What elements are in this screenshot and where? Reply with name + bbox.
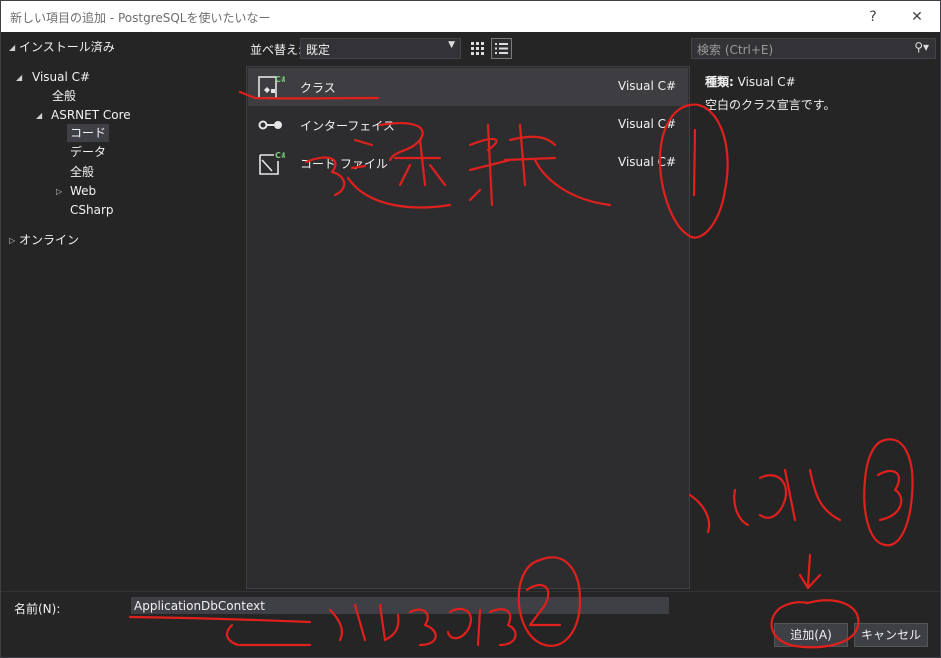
svg-text:C#: C# — [275, 151, 285, 160]
sort-dropdown[interactable]: 既定 ▼ — [300, 38, 461, 59]
template-row-interface[interactable]: インターフェイス Visual C# — [248, 106, 688, 144]
grid-view-button[interactable] — [467, 38, 488, 59]
collapsed-arrow-icon[interactable]: ▷ — [9, 232, 19, 250]
template-name: クラス — [300, 81, 336, 95]
svg-text:C#: C# — [275, 75, 285, 84]
interface-icon — [258, 120, 282, 130]
name-label: 名前(N): — [14, 602, 61, 616]
template-description: 空白のクラス宣言です。 — [705, 98, 836, 112]
tree-item-all[interactable]: 全般 — [52, 87, 76, 105]
template-list: C# クラス Visual C# インターフェイス Visual C# C# コ… — [246, 66, 690, 589]
search-placeholder: 検索 (Ctrl+E) — [697, 43, 774, 57]
template-language: Visual C# — [618, 155, 677, 169]
sort-value: 既定 — [306, 43, 331, 57]
tree-item-label: オンライン — [19, 233, 80, 247]
template-language: Visual C# — [618, 79, 677, 93]
expanded-arrow-icon[interactable]: ◢ — [36, 107, 46, 125]
search-icon[interactable]: ⚲▾ — [914, 40, 929, 54]
tree-item-aspnet-core[interactable]: ◢ ASRNET Core — [36, 106, 131, 124]
collapsed-arrow-icon[interactable]: ▷ — [56, 183, 66, 201]
template-name: インターフェイス — [300, 119, 395, 133]
grid-icon — [471, 42, 484, 55]
class-icon: C# — [258, 75, 285, 99]
template-row-code-file[interactable]: C# コード ファイル Visual C# — [248, 144, 688, 182]
type-value: Visual C# — [737, 75, 796, 89]
tree-item-label: ASRNET Core — [51, 108, 131, 122]
tree-item-code[interactable]: コード — [67, 124, 110, 142]
tree-item-label: Web — [70, 184, 97, 198]
tree-item-data[interactable]: データ — [70, 143, 106, 161]
template-name: コード ファイル — [300, 157, 388, 171]
search-input[interactable]: 検索 (Ctrl+E) ⚲▾ — [691, 38, 936, 59]
template-type: 種類: Visual C# — [705, 73, 796, 90]
expanded-arrow-icon[interactable]: ◢ — [9, 39, 19, 57]
type-label: 種類: — [705, 75, 734, 89]
chevron-down-icon: ▼ — [448, 40, 455, 50]
tree-item-csharp[interactable]: CSharp — [70, 201, 114, 219]
tree-item-all-2[interactable]: 全般 — [70, 163, 94, 181]
name-field[interactable] — [131, 597, 669, 614]
tree-item-installed[interactable]: ◢ インストール済み — [9, 38, 115, 56]
tree-item-visual-csharp[interactable]: ◢ Visual C# — [16, 68, 90, 86]
title-bar: 新しい項目の追加 - PostgreSQLを使いたいなー ? ✕ — [1, 1, 940, 32]
tree-item-online[interactable]: ▷ オンライン — [9, 231, 79, 249]
tree-item-label: Visual C# — [32, 70, 91, 84]
code-file-icon: C# — [259, 151, 285, 175]
close-button[interactable]: ✕ — [907, 7, 927, 27]
tree-item-label: インストール済み — [19, 40, 115, 54]
list-icon — [495, 43, 508, 54]
add-button[interactable]: 追加(A) — [774, 623, 848, 647]
window-title: 新しい項目の追加 - PostgreSQLを使いたいなー — [10, 11, 271, 25]
add-new-item-dialog: 新しい項目の追加 - PostgreSQLを使いたいなー ? ✕ ◢ インストール… — [0, 0, 941, 658]
tree-item-web[interactable]: ▷ Web — [56, 182, 96, 200]
template-row-class[interactable]: C# クラス Visual C# — [248, 68, 688, 106]
sort-label: 並べ替え: — [250, 43, 303, 57]
expanded-arrow-icon[interactable]: ◢ — [16, 69, 26, 87]
list-view-button[interactable] — [491, 38, 512, 59]
template-language: Visual C# — [618, 117, 677, 131]
help-button[interactable]: ? — [863, 7, 883, 27]
cancel-button[interactable]: キャンセル — [854, 623, 928, 647]
